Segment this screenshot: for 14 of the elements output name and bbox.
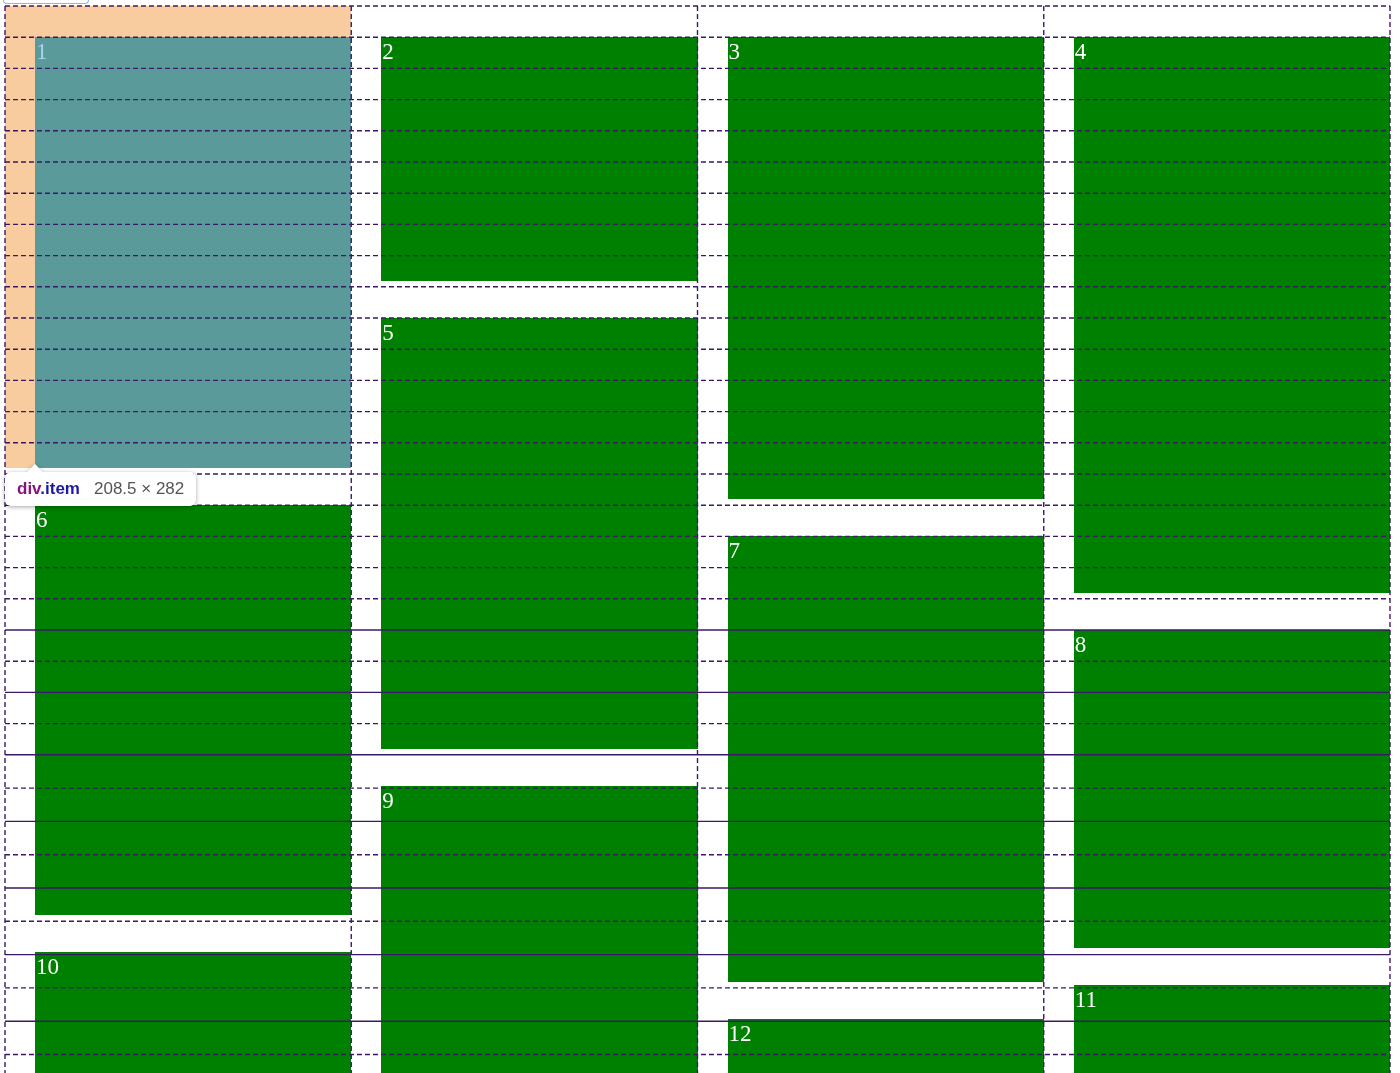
item-number: 8 [1074, 632, 1087, 656]
item-number: 2 [382, 40, 394, 63]
element-selector: div.item [17, 478, 80, 499]
item-number: 4 [1074, 40, 1087, 63]
item-number: 6 [36, 507, 48, 531]
item-number: 11 [1074, 988, 1097, 1012]
item-number: 3 [728, 40, 740, 63]
item-number: 5 [382, 320, 394, 344]
item-number: 12 [728, 1021, 752, 1045]
element-size: 208.5 × 282 [94, 478, 185, 499]
item-number: 9 [382, 788, 394, 812]
item-number: 10 [36, 955, 59, 978]
item-number: 7 [728, 539, 740, 562]
item-number: 1 [36, 40, 48, 63]
